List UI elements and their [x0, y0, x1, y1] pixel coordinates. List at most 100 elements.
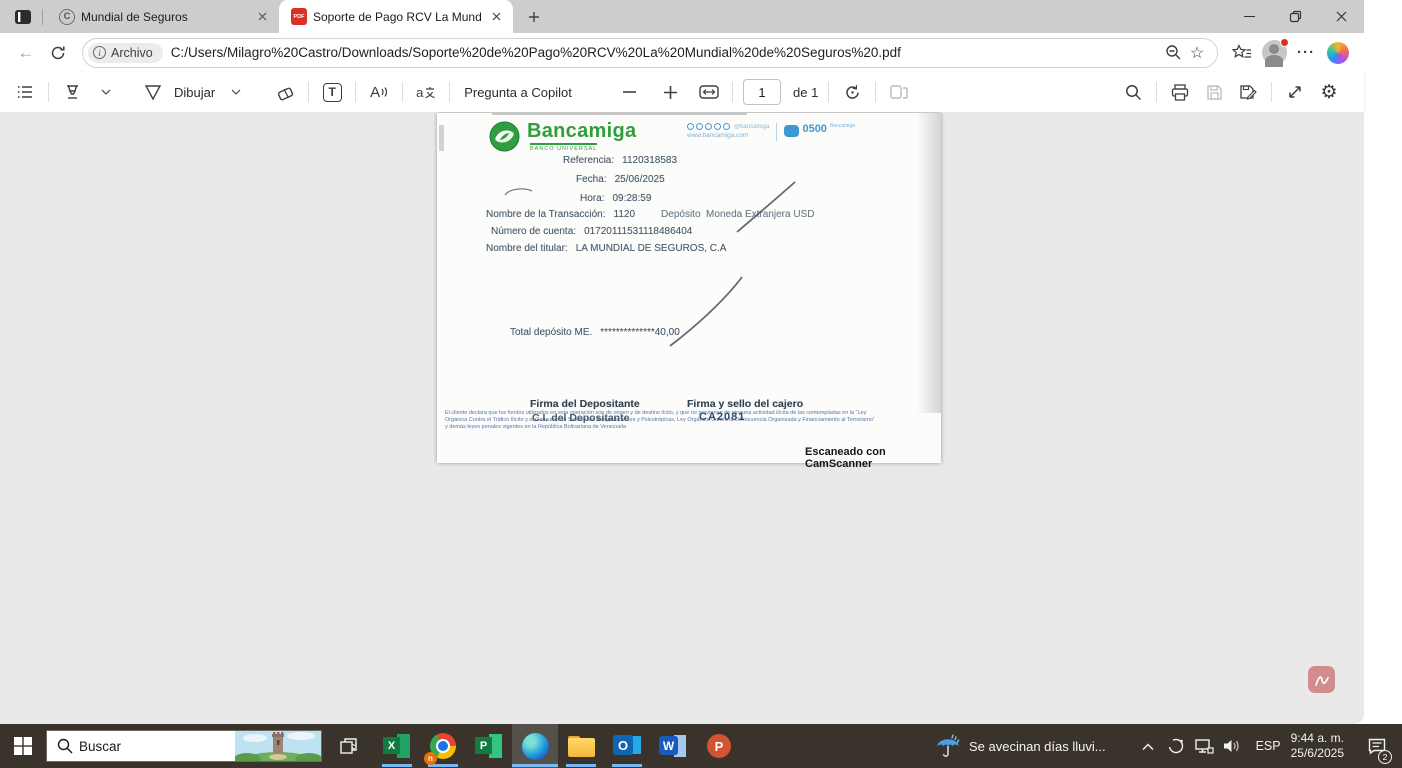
add-text-button[interactable]: T [318, 78, 346, 106]
pdf-viewer[interactable]: Bancamiga BANCO UNIVERSAL @bancamiga www… [0, 112, 1364, 724]
eraser-icon [277, 87, 293, 100]
site-favicon: C [59, 8, 75, 25]
task-view-icon [340, 738, 357, 754]
taskbar-app-powerpoint[interactable]: P [696, 724, 742, 768]
action-center-button[interactable]: 2 [1360, 724, 1394, 768]
zoom-out-icon [1165, 45, 1180, 60]
toolbar-divider [355, 82, 357, 102]
tab-close-icon[interactable] [253, 8, 271, 26]
new-tab-button[interactable] [521, 4, 547, 30]
translate-button[interactable]: a [412, 78, 440, 106]
running-indicator [566, 764, 596, 767]
meet-now-button[interactable] [1164, 734, 1188, 758]
file-scheme-badge[interactable]: i Archivo [88, 42, 163, 63]
page-view-button [885, 78, 913, 106]
search-placeholder: Buscar [79, 738, 122, 754]
pen-icon [144, 84, 162, 100]
tab-title: Soporte de Pago RCV La Mundial [313, 9, 481, 24]
pdf-toolbar-left: Dibujar T A a Pregunta a Copilot [8, 72, 576, 112]
expand-icon [1289, 86, 1301, 98]
draw-button[interactable] [139, 78, 167, 106]
speaker-icon [1223, 740, 1239, 752]
back-icon: ← [17, 42, 35, 62]
zoom-out-button[interactable] [615, 78, 643, 106]
favorite-star-button[interactable]: ☆ [1185, 41, 1209, 65]
taskbar-weather-widget[interactable]: Se avecinan días lluvi... [935, 733, 1106, 759]
copilot-button[interactable] [1325, 40, 1351, 66]
notification-count-badge: 2 [1378, 750, 1392, 764]
favorites-bar-button[interactable] [1229, 40, 1255, 66]
file-badge-label: Archivo [111, 45, 153, 60]
excel-icon: X [383, 733, 411, 759]
highlighter-dropdown[interactable] [92, 78, 120, 106]
taskbar-app-excel[interactable]: X [374, 724, 420, 768]
print-button[interactable] [1166, 78, 1194, 106]
edge-icon [521, 732, 549, 760]
show-hidden-icons-button[interactable] [1136, 734, 1160, 758]
save-button [1200, 78, 1228, 106]
taskbar-app-chrome[interactable]: n [420, 724, 466, 768]
notification-dot [1279, 38, 1289, 47]
powerpoint-icon: P [707, 734, 731, 758]
highlighter-button[interactable] [58, 78, 86, 106]
draw-label[interactable]: Dibujar [174, 85, 215, 100]
start-button[interactable] [0, 724, 46, 768]
fullscreen-button[interactable] [1281, 78, 1309, 106]
taskbar-app-outlook[interactable]: O [604, 724, 650, 768]
tab-mundial-de-seguros[interactable]: C Mundial de Seguros [47, 0, 279, 33]
language-indicator[interactable]: ESP [1256, 739, 1281, 753]
taskbar-app-word[interactable]: W [650, 724, 696, 768]
browser-window: C Mundial de Seguros PDF Soporte de Pago… [0, 0, 1364, 724]
page-view-icon [890, 85, 909, 99]
back-button[interactable]: ← [13, 40, 39, 66]
save-as-icon [1240, 84, 1257, 100]
close-button[interactable] [1318, 0, 1364, 33]
save-as-button[interactable] [1234, 78, 1262, 106]
volume-button[interactable] [1220, 734, 1244, 758]
clock[interactable]: 9:44 a. m. 25/6/2025 [1291, 731, 1344, 761]
search-icon [1125, 84, 1141, 100]
word-icon: W [659, 734, 687, 758]
outlook-icon: O [613, 734, 641, 758]
url-text[interactable]: C:/Users/Milagro%20Castro/Downloads/Sopo… [171, 45, 1161, 60]
refresh-icon [51, 46, 65, 59]
zoom-indicator-button[interactable] [1161, 41, 1185, 65]
fit-to-width-button[interactable] [695, 78, 723, 106]
network-button[interactable] [1192, 734, 1216, 758]
favorites-list-icon [1232, 43, 1251, 58]
eraser-button[interactable] [271, 78, 299, 106]
minimize-button[interactable] [1226, 0, 1272, 33]
restore-button[interactable] [1272, 0, 1318, 33]
tab-close-icon[interactable] [487, 8, 505, 26]
rotate-button[interactable] [838, 78, 866, 106]
gear-icon: ⚙ [1320, 81, 1338, 103]
settings-menu-button[interactable]: ··· [1293, 40, 1319, 66]
copilot-prompt-button[interactable]: Pregunta a Copilot [464, 85, 572, 100]
running-indicator [382, 764, 412, 767]
toolbar-divider [402, 82, 404, 102]
draw-dropdown[interactable] [222, 78, 250, 106]
zoom-in-button[interactable] [656, 78, 684, 106]
save-icon [1206, 84, 1222, 100]
tab-soporte-pago-pdf[interactable]: PDF Soporte de Pago RCV La Mundial [279, 0, 513, 33]
read-aloud-button[interactable]: A [365, 78, 393, 106]
pdf-settings-button[interactable]: ⚙ [1315, 78, 1343, 106]
page-number-input[interactable] [743, 79, 781, 105]
open-in-acrobat-button[interactable] [1308, 666, 1335, 693]
search-document-button[interactable] [1119, 78, 1147, 106]
table-of-contents-button[interactable] [11, 78, 39, 106]
toolbar-divider [875, 82, 877, 102]
task-view-button[interactable] [328, 724, 370, 768]
page-count-label: de 1 [793, 84, 819, 100]
profile-button[interactable] [1261, 38, 1289, 67]
taskbar-search-box[interactable]: Buscar [46, 730, 322, 762]
tab-actions-button[interactable] [8, 4, 38, 30]
taskbar-app-edge[interactable] [512, 724, 558, 768]
search-highlight-image[interactable] [235, 730, 321, 762]
umbrella-rain-icon [937, 734, 960, 757]
taskbar-app-project[interactable]: P [466, 724, 512, 768]
fit-width-icon [699, 85, 719, 99]
url-field[interactable]: i Archivo C:/Users/Milagro%20Castro/Down… [82, 37, 1218, 68]
refresh-button[interactable] [45, 40, 71, 66]
taskbar-app-explorer[interactable] [558, 724, 604, 768]
